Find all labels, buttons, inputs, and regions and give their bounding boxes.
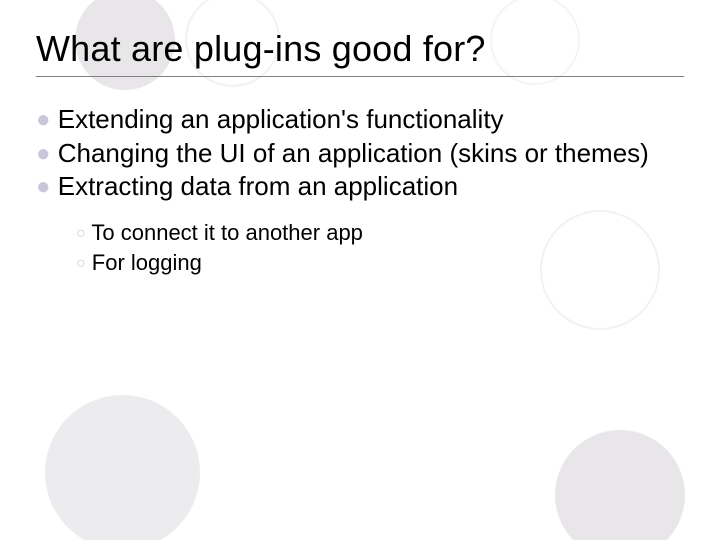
bullet-ring-icon: ○ (76, 225, 86, 242)
bullet-dot-icon: ● (36, 173, 51, 200)
decorative-circle (555, 430, 685, 540)
decorative-circle (45, 395, 200, 540)
title-underline (36, 76, 684, 77)
list-item: ● Changing the UI of an application (ski… (36, 137, 684, 171)
bullet-text: Extending an application's functionality (58, 104, 504, 134)
bullet-text: Changing the UI of an application (skins… (58, 138, 649, 168)
slide-content: What are plug-ins good for? ● Extending … (0, 0, 720, 278)
sub-bullet-text: For logging (92, 250, 202, 275)
list-item: ● Extending an application's functionali… (36, 103, 684, 137)
list-item: ○ For logging (76, 248, 684, 278)
bullet-list: ● Extending an application's functionali… (36, 103, 684, 278)
bullet-text: Extracting data from an application (58, 171, 458, 201)
slide-title: What are plug-ins good for? (36, 28, 684, 70)
bullet-dot-icon: ● (36, 106, 51, 133)
sub-bullet-text: To connect it to another app (91, 220, 363, 245)
list-item: ○ To connect it to another app (76, 218, 684, 248)
sub-bullet-list: ○ To connect it to another app ○ For log… (76, 218, 684, 277)
list-item: ● Extracting data from an application (36, 170, 684, 204)
bullet-dot-icon: ● (36, 140, 51, 167)
bullet-ring-icon: ○ (76, 255, 86, 272)
